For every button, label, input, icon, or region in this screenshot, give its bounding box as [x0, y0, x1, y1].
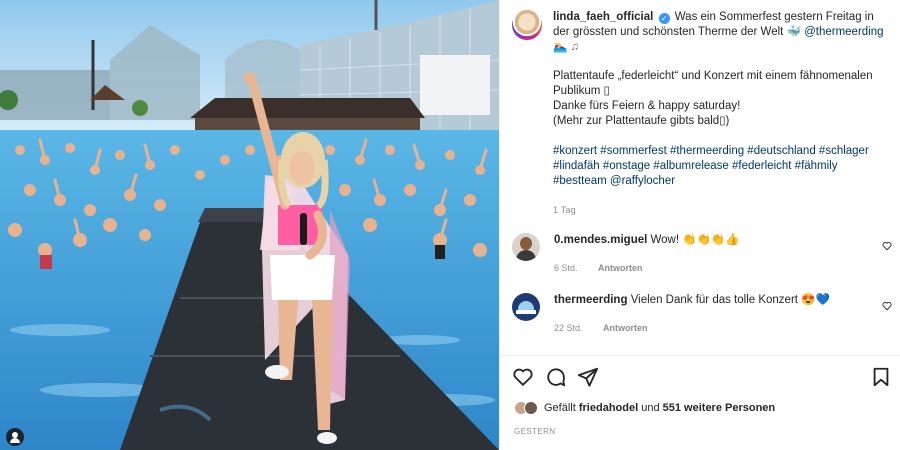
likes-summary[interactable]: Gefällt friedahodel und 551 weitere Pers… [514, 401, 775, 415]
caption-body: linda_faeh_official ✓ Was ein Sommerfest… [553, 10, 889, 218]
swimmer-emoji-icon: 🏊‍♀️ [553, 41, 568, 53]
comment-meta: 22 Std. Antworten [554, 321, 874, 336]
commenter-username[interactable]: thermeerding [554, 294, 628, 306]
comment-body: thermeerding Vielen Dank für das tolle K… [554, 293, 874, 336]
post-action-bar [512, 366, 892, 390]
comment-meta: 6 Std. Antworten [554, 261, 874, 276]
caption-first-paragraph: linda_faeh_official ✓ Was ein Sommerfest… [553, 10, 889, 55]
caption-paragraph-2: Plattentaufe „federleicht“ und Konzert m… [553, 69, 889, 129]
liker-username[interactable]: friedahodel [579, 402, 638, 414]
caption-line-plattentaufe: Plattentaufe „federleicht“ und Konzert m… [553, 70, 873, 97]
comment-text: Wow! 👏👏👏👍 [650, 234, 740, 246]
bookmark-icon[interactable] [870, 366, 892, 388]
post-photo[interactable] [0, 0, 499, 450]
instagram-post-window: linda_faeh_official ✓ Was ein Sommerfest… [0, 0, 900, 450]
author-avatar[interactable] [512, 10, 542, 40]
likes-connector: und [641, 402, 660, 414]
likes-prefix: Gefällt [544, 402, 576, 414]
likes-others[interactable]: 551 weitere Personen [663, 402, 776, 414]
post-side-panel: linda_faeh_official ✓ Was ein Sommerfest… [499, 0, 900, 450]
comment-item: thermeerding Vielen Dank für das tolle K… [512, 293, 892, 336]
water-emoji-icon: 🐳 [786, 26, 801, 38]
heart-icon[interactable] [512, 366, 534, 388]
post-age[interactable]: 1 Tag [553, 203, 889, 218]
likes-text: Gefällt friedahodel und 551 weitere Pers… [544, 402, 775, 414]
verified-badge-icon: ✓ [658, 13, 670, 24]
comment-item: 0.mendes.miguel Wow! 👏👏👏👍 6 Std. Antwort… [512, 233, 892, 276]
author-username[interactable]: linda_faeh_official [553, 11, 653, 23]
reply-button[interactable]: Antworten [603, 323, 648, 333]
commenter-avatar[interactable] [512, 293, 540, 321]
caption-hashtags[interactable]: #konzert #sommerfest #thermeerding #deut… [553, 144, 889, 189]
caption-line-mehr: (Mehr zur Plattentaufe gibts bald▯) [553, 115, 730, 127]
comment-like-heart-icon[interactable] [882, 301, 892, 311]
comment-like-heart-icon[interactable] [882, 241, 892, 251]
comment-body: 0.mendes.miguel Wow! 👏👏👏👍 6 Std. Antwort… [554, 233, 874, 276]
comment-age[interactable]: 6 Std. [554, 263, 578, 273]
post-caption: linda_faeh_official ✓ Was ein Sommerfest… [512, 10, 892, 218]
liker-avatar [524, 401, 538, 415]
caption-line-danke: Danke fürs Feiern & happy saturday! [553, 100, 741, 112]
commenter-username[interactable]: 0.mendes.miguel [554, 234, 647, 246]
music-emoji-icon: ♫ [570, 41, 580, 53]
comment-icon[interactable] [545, 366, 567, 388]
commenter-avatar[interactable] [512, 233, 540, 261]
mention-thermeerding[interactable]: @thermeerding [804, 26, 883, 38]
post-date[interactable]: GESTERN [514, 427, 555, 436]
concert-photo-illustration [0, 0, 499, 450]
reply-button[interactable]: Antworten [598, 263, 643, 273]
comment-age[interactable]: 22 Std. [554, 323, 583, 333]
comment-text: Vielen Dank für das tolle Konzert 😍💙 [630, 294, 830, 306]
share-icon[interactable] [577, 366, 599, 388]
user-tag-icon[interactable] [6, 428, 24, 446]
actions-divider [500, 355, 900, 356]
